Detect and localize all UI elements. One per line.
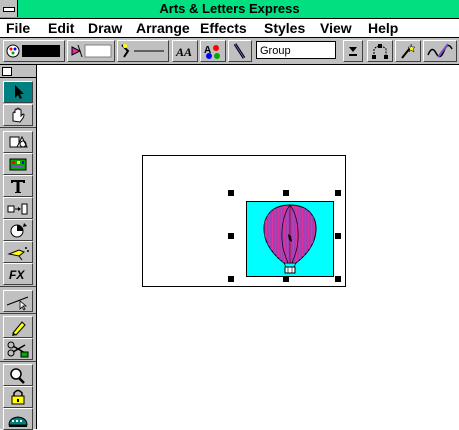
scissors-icon xyxy=(7,341,29,358)
color-palette-button[interactable]: A xyxy=(200,40,226,62)
edit-points-button[interactable] xyxy=(367,40,393,62)
pencil-tool[interactable] xyxy=(3,316,33,338)
menu-help[interactable]: Help xyxy=(368,20,398,36)
toolbox: FX xyxy=(0,65,37,430)
menu-file[interactable]: File xyxy=(6,20,30,36)
lock-tool[interactable] xyxy=(3,386,33,408)
selection-handle-middle-right[interactable] xyxy=(335,233,341,239)
text-tool[interactable] xyxy=(3,175,33,197)
airbrush-tool[interactable] xyxy=(3,241,33,263)
pen-icon xyxy=(233,43,246,59)
airbrush-icon xyxy=(7,247,29,261)
selection-handle-middle-left[interactable] xyxy=(228,233,234,239)
title-bar: Arts & Letters Express xyxy=(0,0,459,19)
signature-button[interactable] xyxy=(423,40,457,62)
pencil-icon xyxy=(12,321,26,336)
selection-handle-bottom-center[interactable] xyxy=(283,276,289,282)
lock-icon xyxy=(11,389,25,405)
zoom-tool[interactable] xyxy=(3,364,33,386)
group-dropdown-button[interactable] xyxy=(343,40,363,62)
text-style-icon: AA xyxy=(175,45,192,59)
effects-tool[interactable]: FX xyxy=(3,263,33,285)
line-style-button[interactable] xyxy=(117,40,169,62)
window-title: Arts & Letters Express xyxy=(159,1,300,16)
magic-wand-icon xyxy=(401,43,416,59)
hot-air-balloon-image xyxy=(263,204,317,274)
dropdown-arrow-icon xyxy=(349,47,357,56)
menu-bar: File Edit Draw Arrange Effects Styles Vi… xyxy=(0,19,459,38)
pen-button[interactable] xyxy=(228,40,252,62)
clip-art-tool[interactable] xyxy=(3,153,33,175)
toolbar: AA A Group xyxy=(0,38,459,65)
text-style-button[interactable]: AA xyxy=(172,40,198,62)
menu-styles[interactable]: Styles xyxy=(264,20,305,36)
fx-icon: FX xyxy=(9,268,25,282)
toolbox-control-menu[interactable] xyxy=(0,65,36,78)
selection-handle-bottom-right[interactable] xyxy=(335,276,341,282)
svg-text:FX: FX xyxy=(9,268,25,282)
color-palette-icon: A xyxy=(204,45,220,59)
zoom-icon xyxy=(10,368,25,384)
magic-wand-button[interactable] xyxy=(395,40,421,62)
scissors-tool[interactable] xyxy=(3,338,33,360)
selection-handle-top-center[interactable] xyxy=(283,190,289,196)
fill-color-button[interactable] xyxy=(3,40,65,62)
fill-pattern-button[interactable] xyxy=(67,40,115,62)
pointer-icon xyxy=(15,85,24,99)
menu-draw[interactable]: Draw xyxy=(88,20,122,36)
group-field[interactable]: Group xyxy=(256,41,336,59)
clip-art-icon xyxy=(9,158,27,171)
menu-edit[interactable]: Edit xyxy=(48,20,74,36)
object-manager-icon xyxy=(8,416,28,427)
edit-points-icon xyxy=(372,44,388,59)
svg-text:AA: AA xyxy=(175,45,192,59)
fill-color-icon xyxy=(6,44,20,58)
hand-icon xyxy=(12,107,25,123)
shapes-tool[interactable] xyxy=(3,131,33,153)
rotate-tool[interactable] xyxy=(3,219,33,241)
pointer-tool[interactable] xyxy=(3,81,33,103)
line-icon xyxy=(6,296,29,311)
transform-tool[interactable] xyxy=(3,197,33,219)
hand-tool[interactable] xyxy=(3,104,33,126)
rotate-icon xyxy=(10,223,27,238)
menu-effects[interactable]: Effects xyxy=(200,20,247,36)
menu-arrange[interactable]: Arrange xyxy=(136,20,190,36)
fill-pattern-icon xyxy=(71,44,83,58)
shapes-icon xyxy=(9,135,28,148)
object-manager-tool[interactable] xyxy=(3,408,33,430)
signature-icon xyxy=(427,43,453,58)
selection-handle-top-right[interactable] xyxy=(335,190,341,196)
text-icon xyxy=(11,180,25,193)
selection-handle-bottom-left[interactable] xyxy=(228,276,234,282)
line-tool[interactable] xyxy=(3,290,33,312)
clip-art-balloon[interactable] xyxy=(246,201,334,277)
selection-handle-top-left[interactable] xyxy=(228,190,234,196)
line-style-icon xyxy=(121,44,130,58)
menu-view[interactable]: View xyxy=(320,20,352,36)
transform-icon xyxy=(7,203,28,215)
